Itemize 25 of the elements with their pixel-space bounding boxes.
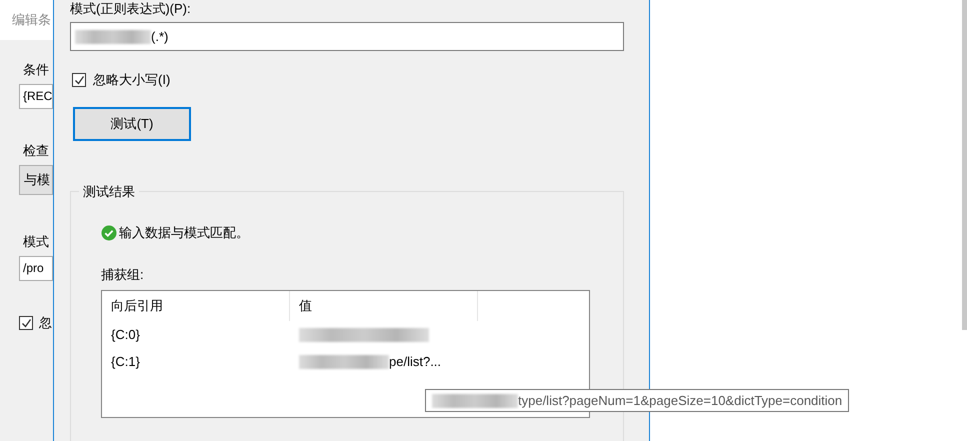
column-header[interactable]: 向后引用: [102, 291, 290, 321]
table-cell-text: {C:0}: [110, 327, 141, 342]
checkbox-label: 忽: [39, 314, 52, 332]
checkbox[interactable]: [72, 73, 86, 87]
field-label: 模式(正则表达式)(P):: [70, 1, 191, 16]
input-field[interactable]: (.*): [70, 22, 624, 51]
checkbox[interactable]: [19, 316, 33, 330]
check-icon: [101, 225, 117, 241]
input-field[interactable]: {REC: [19, 84, 53, 109]
scrollbar[interactable]: [962, 0, 967, 330]
test-button[interactable]: 测试(T): [73, 107, 191, 141]
dropdown[interactable]: 与模: [19, 165, 53, 195]
group-title: 测试结果: [79, 183, 139, 201]
field-label: 模式: [23, 233, 50, 251]
input-field[interactable]: /pro: [19, 256, 53, 281]
table-cell: pe/list?...: [389, 354, 442, 369]
field-label: 检查: [23, 142, 50, 160]
table-cell-text: {C:1}: [110, 354, 141, 369]
status-message: 输入数据与模式匹配。: [119, 224, 249, 242]
window-title: 编辑条: [12, 12, 51, 27]
list-label: 捕获组:: [101, 266, 145, 284]
column-header[interactable]: 值: [290, 291, 478, 321]
field-label: 条件: [23, 61, 50, 79]
checkbox-label: 忽略大小写(I): [93, 71, 170, 89]
tooltip-text: type/list?pageNum=1&pageSize=10&dictType=condition: [518, 393, 842, 408]
